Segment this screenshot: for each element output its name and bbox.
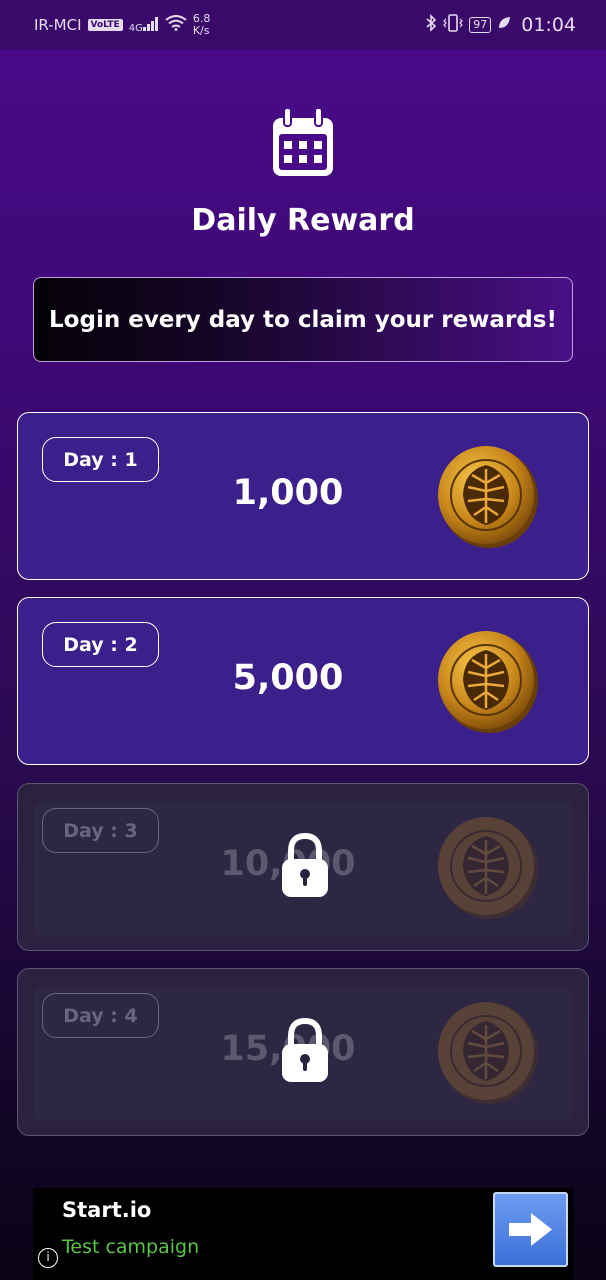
wifi-icon (165, 15, 187, 35)
status-bar-right: 97 01:04 (425, 14, 576, 36)
arrow-right-icon (509, 1213, 552, 1246)
day-badge: Day : 3 (42, 808, 159, 853)
day-badge: Day : 4 (42, 993, 159, 1038)
day-card-3: Day : 3 10,000 (17, 783, 589, 951)
clock: 01:04 (521, 14, 576, 36)
net-speed-unit: K/s (192, 24, 210, 37)
ad-subtitle: Test campaign (62, 1236, 200, 1258)
carrier-name: IR-MCI (34, 16, 82, 34)
battery-indicator: 97 (469, 17, 492, 33)
ad-title: Start.io (62, 1198, 152, 1222)
vibrate-icon (443, 14, 464, 36)
bluetooth-icon (425, 14, 437, 36)
coin-icon (438, 817, 538, 919)
ad-arrow-button[interactable] (493, 1192, 568, 1267)
volte-badge: VoLTE (87, 19, 123, 31)
info-icon[interactable]: i (38, 1248, 58, 1268)
day-card-2[interactable]: Day : 2 5,000 (17, 597, 589, 765)
page-title: Daily Reward (191, 203, 415, 238)
coin-icon (438, 1002, 538, 1104)
info-banner: Login every day to claim your rewards! (33, 277, 573, 362)
reward-amount: 1,000 (232, 473, 344, 513)
leaf-icon (497, 16, 511, 34)
lock-icon (282, 832, 328, 897)
lock-icon (282, 1017, 328, 1082)
day-card-1[interactable]: Day : 1 1,000 (17, 412, 589, 580)
day-badge: Day : 1 (42, 437, 159, 482)
coin-icon (438, 446, 538, 548)
net-speed: 6.8 K/s (193, 13, 219, 37)
status-bar-left: IR-MCI VoLTE 4G 6.8 K/s (34, 13, 219, 37)
signal-icon: 4G (128, 16, 159, 34)
status-bar: IR-MCI VoLTE 4G 6.8 K/s 97 01:04 (0, 0, 606, 50)
day-card-4: Day : 4 15,000 (17, 968, 589, 1136)
day-badge: Day : 2 (42, 622, 159, 667)
ad-banner[interactable]: Start.io Test campaign i (33, 1188, 573, 1280)
coin-icon (438, 631, 538, 733)
banner-text: Login every day to claim your rewards! (49, 306, 557, 333)
network-type: 4G (128, 22, 143, 34)
calendar-icon (271, 107, 335, 178)
reward-amount: 5,000 (232, 658, 344, 698)
